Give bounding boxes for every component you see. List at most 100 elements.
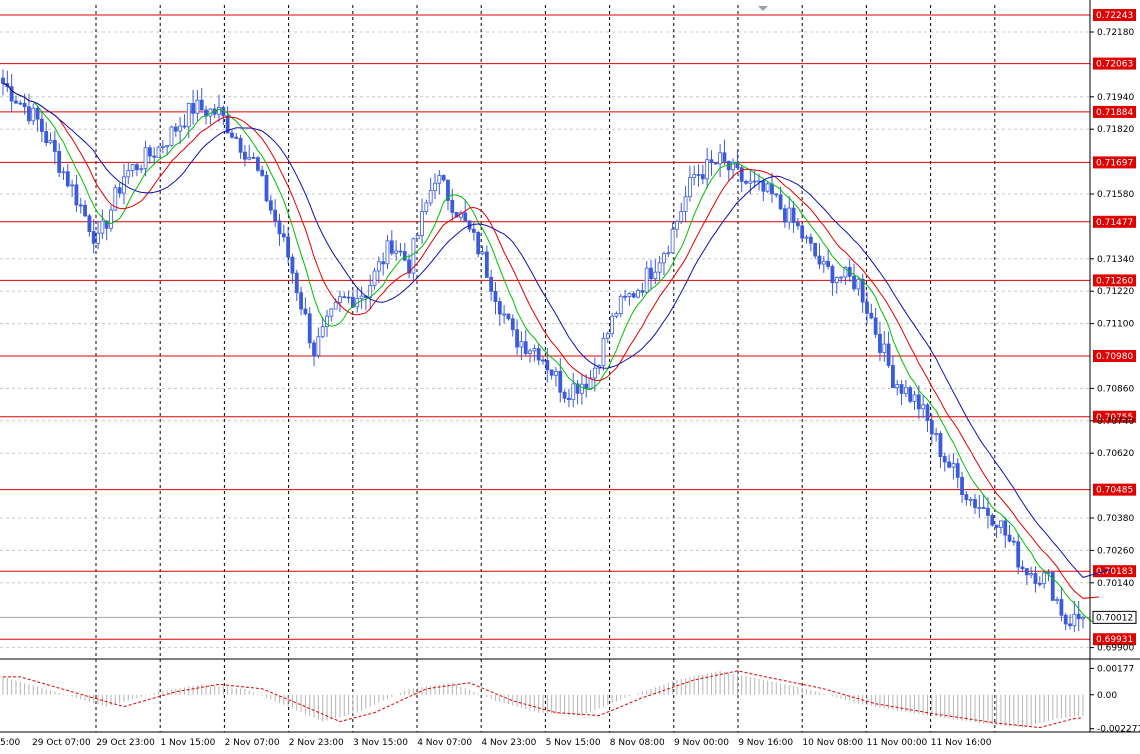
- candle-body: [428, 190, 433, 204]
- time-tick-label: 1 Nov 15:00: [160, 738, 215, 748]
- candle-body: [247, 157, 252, 160]
- candle-body: [925, 404, 930, 421]
- price-tick-label: 0.70860: [1097, 384, 1134, 394]
- candle-body: [91, 231, 96, 244]
- candle-body: [960, 476, 964, 495]
- candle-body: [817, 255, 822, 265]
- candle-body: [938, 433, 943, 457]
- candle-body: [294, 272, 299, 294]
- current-price-label: 0.70012: [1096, 613, 1133, 623]
- candle-body: [1042, 572, 1047, 585]
- candle-body: [376, 261, 381, 272]
- candle-body: [541, 359, 545, 362]
- candle-body: [135, 164, 139, 171]
- candle-body: [895, 384, 900, 389]
- time-tick-label: 4 Nov 23:00: [481, 738, 536, 748]
- candle-body: [70, 184, 75, 187]
- candle-body: [934, 433, 939, 435]
- candle-body: [264, 174, 269, 202]
- candle-body: [649, 267, 653, 280]
- candle-body: [592, 367, 597, 379]
- candle-body: [571, 383, 576, 401]
- candle-body: [605, 333, 610, 339]
- candle-body: [869, 312, 874, 319]
- candle-body: [830, 266, 835, 284]
- candle-body: [463, 212, 468, 222]
- candle-body: [199, 99, 204, 111]
- candle-body: [420, 211, 424, 236]
- candle-body: [899, 384, 904, 394]
- candle-body: [752, 180, 757, 183]
- candle-body: [433, 182, 437, 192]
- price-tick-label: 0.70380: [1097, 514, 1134, 524]
- candle-body: [35, 107, 40, 120]
- time-tick-label: 4 Nov 07:00: [417, 738, 472, 748]
- candle-body: [389, 240, 394, 254]
- price-tick-label: 0.71580: [1097, 190, 1134, 200]
- candle-body: [359, 295, 364, 300]
- price-tick-label: 0.71100: [1097, 320, 1134, 330]
- price-tick-label: 0.70260: [1097, 546, 1134, 556]
- candle-body: [160, 146, 165, 149]
- candle-body: [761, 180, 766, 192]
- candle-body: [1007, 534, 1012, 542]
- candle-body: [342, 296, 347, 299]
- candle-body: [1033, 573, 1038, 584]
- candle-body: [96, 232, 100, 244]
- candle-body: [234, 136, 239, 139]
- candle-body: [87, 215, 92, 232]
- price-tick-label: 0.70620: [1097, 449, 1134, 459]
- candle-body: [450, 200, 455, 213]
- candle-body: [1063, 614, 1068, 625]
- candle-body: [286, 236, 291, 258]
- candle-body: [307, 313, 312, 344]
- level-label: 0.72063: [1096, 60, 1133, 70]
- candle-body: [61, 171, 66, 174]
- price-tick-label: 0.69900: [1097, 644, 1134, 654]
- candle-body: [800, 225, 805, 239]
- candle-body: [506, 313, 511, 320]
- candle-body: [1011, 540, 1016, 543]
- candle-body: [618, 295, 623, 315]
- candle-body: [57, 151, 62, 173]
- candle-body: [255, 157, 260, 171]
- candle-body: [657, 262, 662, 273]
- candle-body: [783, 208, 787, 223]
- candle-body: [679, 211, 684, 222]
- candle-body: [312, 342, 316, 356]
- candle-body: [65, 171, 70, 187]
- candle-body: [402, 251, 407, 261]
- candle-body: [813, 242, 818, 257]
- candle-body: [238, 137, 243, 153]
- candle-body: [27, 106, 31, 122]
- candle-body: [523, 341, 528, 354]
- chart-background: [0, 0, 1140, 754]
- candle-body: [545, 360, 550, 371]
- candle-body: [471, 228, 476, 233]
- candle-body: [558, 370, 563, 393]
- candle-body: [152, 155, 157, 158]
- candle-body: [791, 207, 796, 223]
- candle-body: [610, 315, 615, 335]
- candle-body: [489, 277, 494, 292]
- candle-body: [1050, 572, 1055, 601]
- time-tick-label: 2 Nov 07:00: [225, 738, 280, 748]
- candle-body: [484, 251, 489, 278]
- time-tick-label: 9 Nov 00:00: [674, 738, 729, 748]
- candle-body: [977, 507, 982, 509]
- candle-body: [705, 159, 710, 180]
- candle-body: [666, 252, 671, 255]
- candle-body: [519, 341, 524, 348]
- price-chart[interactable]: 0.72243 0.72063 0.71884 0.71697 0.71477 0.712…: [0, 0, 1140, 754]
- candle-body: [18, 102, 23, 105]
- candle-body: [143, 147, 148, 170]
- candle-body: [653, 271, 658, 280]
- level-label: 0.71697: [1096, 158, 1133, 168]
- candle-body: [338, 296, 342, 303]
- candle-body: [303, 308, 308, 315]
- candle-body: [532, 348, 537, 352]
- price-tick-label: 0.70740: [1097, 417, 1134, 427]
- level-label: 0.71260: [1096, 276, 1133, 286]
- candle-body: [165, 145, 170, 148]
- time-tick-label: 10 Nov 08:00: [802, 738, 863, 748]
